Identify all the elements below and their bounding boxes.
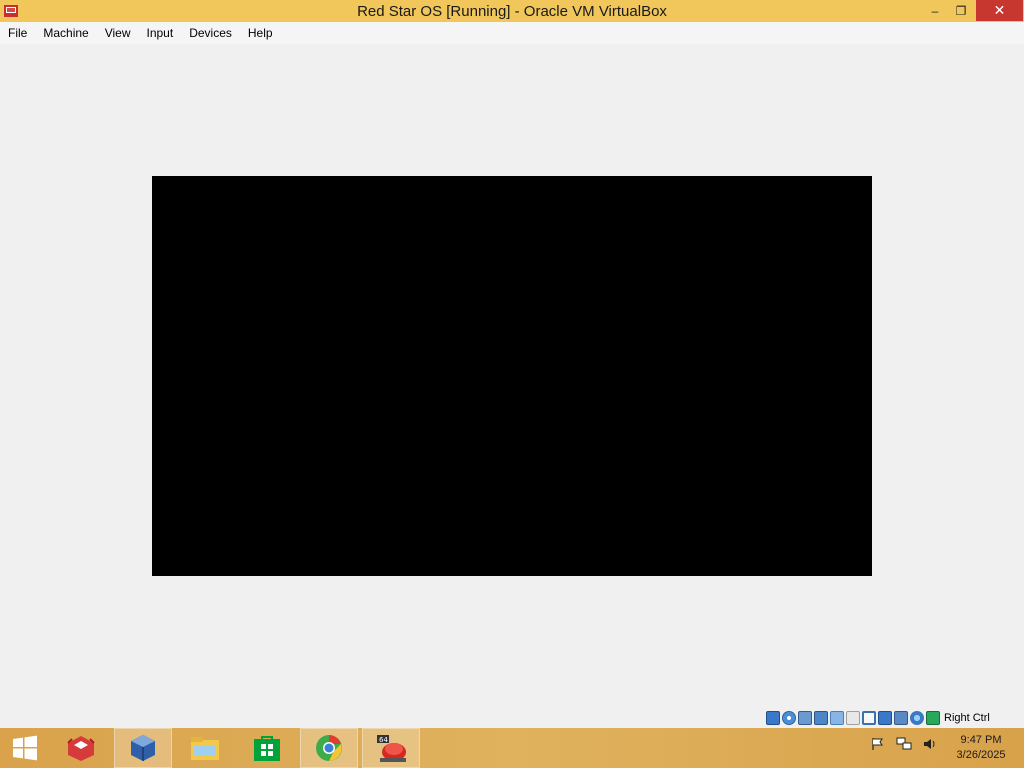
menu-input[interactable]: Input xyxy=(139,22,182,44)
network-icon[interactable] xyxy=(896,736,912,752)
vm-status-bar: Right Ctrl xyxy=(766,708,1024,728)
volume-icon[interactable] xyxy=(922,736,938,752)
taskbar-virtualbox[interactable] xyxy=(114,728,172,768)
clock-date: 3/26/2025 xyxy=(956,749,1006,761)
video-capture-icon[interactable] xyxy=(878,711,892,725)
title-bar[interactable]: Red Star OS [Running] - Oracle VM Virtua… xyxy=(0,0,1024,22)
taskbar-file-explorer[interactable] xyxy=(176,728,234,768)
menu-view[interactable]: View xyxy=(97,22,139,44)
usb-icon[interactable] xyxy=(830,711,844,725)
mouse-integration-icon[interactable] xyxy=(894,711,908,725)
flag-icon[interactable] xyxy=(870,736,886,752)
taskbar-chrome[interactable] xyxy=(300,728,358,768)
optical-drive-icon[interactable] xyxy=(782,711,796,725)
network-icon[interactable] xyxy=(814,711,828,725)
maximize-button[interactable]: ❐ xyxy=(948,0,974,21)
file-explorer-icon xyxy=(191,737,219,760)
taskbar-clock[interactable]: 9:47 PM 3/26/2025 xyxy=(946,733,1016,763)
menu-help[interactable]: Help xyxy=(240,22,281,44)
display-icon[interactable] xyxy=(862,711,876,725)
host-key-label[interactable]: Right Ctrl xyxy=(944,712,990,724)
app-icon-red xyxy=(67,736,95,761)
host-key-icon[interactable] xyxy=(926,711,940,725)
cpu-icon[interactable] xyxy=(910,711,924,725)
hard-disk-icon[interactable] xyxy=(766,711,780,725)
svg-text:64: 64 xyxy=(379,736,388,744)
clock-time: 9:47 PM xyxy=(960,734,1002,746)
window-title: Red Star OS [Running] - Oracle VM Virtua… xyxy=(357,3,667,20)
windows-start-icon xyxy=(13,735,37,761)
close-button[interactable]: ✕ xyxy=(976,0,1023,21)
red-star-vm-icon: 64 xyxy=(377,735,406,762)
menu-file[interactable]: File xyxy=(0,22,35,44)
store-icon xyxy=(254,736,280,761)
taskbar-store[interactable] xyxy=(238,728,296,768)
shared-folders-icon[interactable] xyxy=(846,711,860,725)
menu-devices[interactable]: Devices xyxy=(181,22,240,44)
menu-machine[interactable]: Machine xyxy=(35,22,96,44)
minimize-button[interactable]: – xyxy=(922,0,948,21)
system-tray xyxy=(870,736,938,752)
virtualbox-icon xyxy=(131,735,155,761)
vm-display[interactable] xyxy=(152,176,872,576)
chrome-icon xyxy=(316,735,342,761)
start-button[interactable] xyxy=(0,728,50,768)
taskbar-app-red[interactable] xyxy=(52,728,110,768)
menu-bar: File Machine View Input Devices Help xyxy=(0,22,1024,44)
audio-icon[interactable] xyxy=(798,711,812,725)
taskbar-red-star-vm[interactable]: 64 xyxy=(362,728,420,768)
